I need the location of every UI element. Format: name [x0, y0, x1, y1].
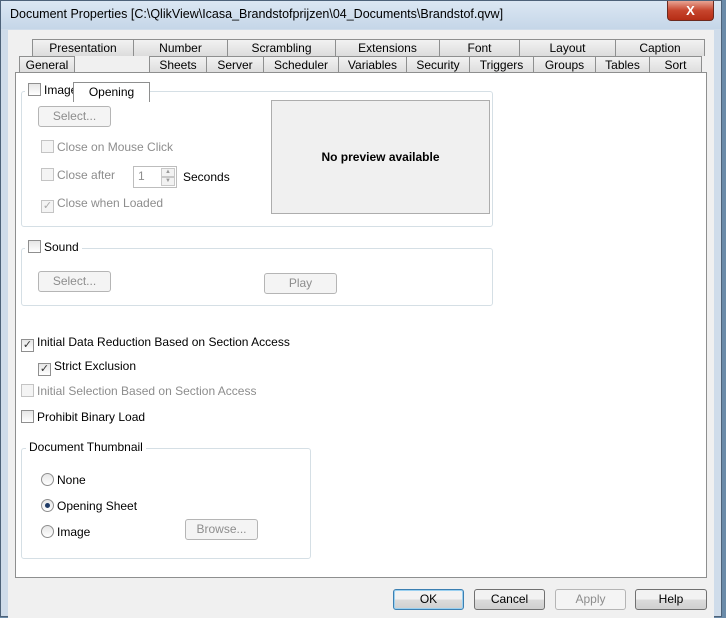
title-bar[interactable]: Document Properties [C:\QlikView\Icasa_B…	[1, 1, 721, 29]
sound-select-button[interactable]: Select...	[38, 271, 111, 292]
apply-button[interactable]: Apply	[555, 589, 626, 610]
tab-scheduler[interactable]: Scheduler	[263, 56, 339, 73]
opening-tab-panel: Image Select... Close on Mouse Click Clo…	[15, 72, 707, 578]
document-thumbnail-label: Document Thumbnail	[26, 440, 146, 454]
tab-font[interactable]: Font	[439, 39, 520, 56]
tab-opening[interactable]: Opening	[73, 82, 150, 102]
dialog-client: Presentation Number Scrambling Extension…	[8, 30, 714, 618]
close-after-checkbox[interactable]: Close after	[41, 168, 115, 182]
cancel-button[interactable]: Cancel	[474, 589, 545, 610]
browse-button[interactable]: Browse...	[185, 519, 258, 540]
close-on-mouse-click-checkbox[interactable]: Close on Mouse Click	[41, 140, 173, 154]
tab-layout[interactable]: Layout	[519, 39, 616, 56]
tab-caption[interactable]: Caption	[615, 39, 705, 56]
checkmark-icon: ✓	[21, 339, 34, 352]
sound-checkbox[interactable]: Sound	[25, 240, 82, 254]
tab-presentation[interactable]: Presentation	[32, 39, 134, 56]
ok-button[interactable]: OK	[393, 589, 464, 610]
close-when-loaded-checkbox[interactable]: ✓ Close when Loaded	[41, 196, 163, 213]
checkmark-icon: ✓	[41, 200, 54, 213]
tab-security[interactable]: Security	[406, 56, 470, 73]
tab-scrambling[interactable]: Scrambling	[227, 39, 336, 56]
play-button[interactable]: Play	[264, 273, 337, 294]
spin-down-icon[interactable]: ▼	[161, 177, 175, 186]
document-properties-dialog: Document Properties [C:\QlikView\Icasa_B…	[0, 0, 722, 618]
image-checkbox-box[interactable]	[28, 83, 41, 96]
tab-variables[interactable]: Variables	[338, 56, 407, 73]
thumbnail-image-radio[interactable]: Image	[41, 525, 90, 539]
tab-groups[interactable]: Groups	[533, 56, 596, 73]
thumbnail-none-radio[interactable]: None	[41, 473, 86, 487]
tab-sort[interactable]: Sort	[649, 56, 702, 73]
initial-data-reduction-checkbox[interactable]: ✓ Initial Data Reduction Based on Section…	[21, 335, 290, 352]
initial-selection-checkbox[interactable]: Initial Selection Based on Section Acces…	[21, 384, 256, 398]
close-after-seconds-stepper[interactable]: 1 ▲ ▼	[133, 166, 177, 188]
prohibit-binary-load-checkbox[interactable]: Prohibit Binary Load	[21, 410, 145, 424]
tab-general[interactable]: General	[19, 56, 75, 73]
tab-server[interactable]: Server	[206, 56, 264, 73]
close-button[interactable]: X	[667, 1, 714, 21]
image-preview: No preview available	[271, 100, 490, 214]
checkmark-icon: ✓	[38, 363, 51, 376]
window-title: Document Properties [C:\QlikView\Icasa_B…	[10, 7, 504, 21]
seconds-label: Seconds	[183, 170, 230, 184]
tab-number[interactable]: Number	[133, 39, 228, 56]
spin-up-icon[interactable]: ▲	[161, 168, 175, 177]
strict-exclusion-checkbox[interactable]: ✓ Strict Exclusion	[38, 359, 136, 376]
tab-sheets[interactable]: Sheets	[149, 56, 207, 73]
tab-tables[interactable]: Tables	[595, 56, 650, 73]
tab-triggers[interactable]: Triggers	[469, 56, 534, 73]
image-select-button[interactable]: Select...	[38, 106, 111, 127]
help-button[interactable]: Help	[635, 589, 707, 610]
thumbnail-opening-sheet-radio[interactable]: Opening Sheet	[41, 499, 137, 513]
tab-extensions[interactable]: Extensions	[335, 39, 440, 56]
